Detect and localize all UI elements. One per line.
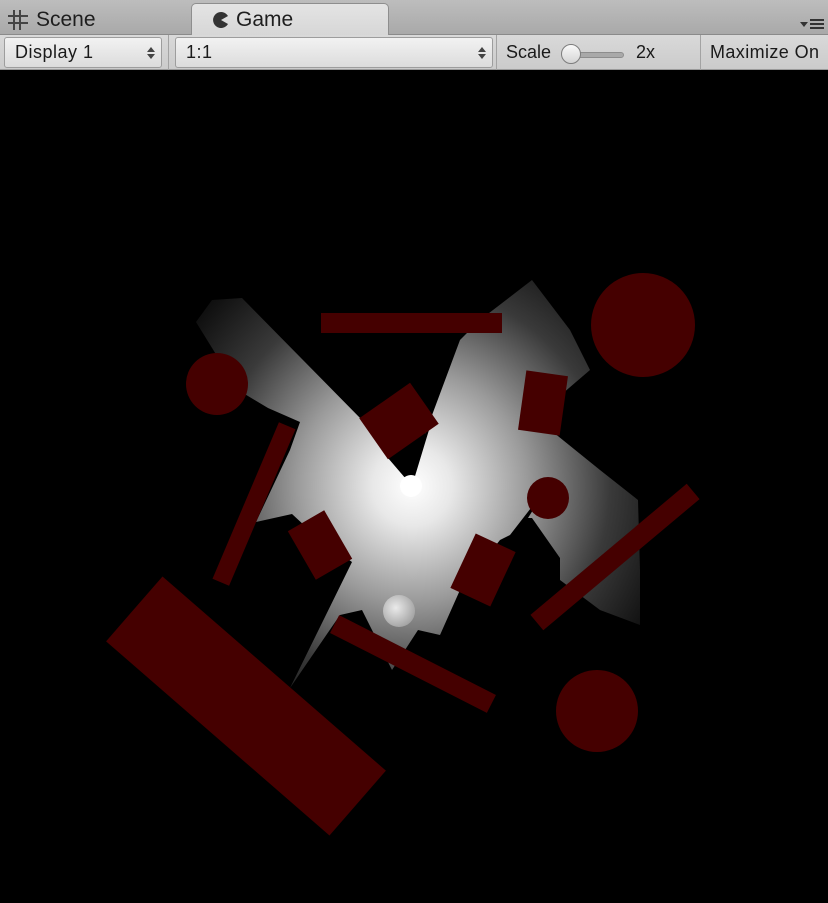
scale-label: Scale [506,42,552,62]
toolbar-divider [168,35,169,70]
obstacle-circle [591,273,695,377]
updown-arrows-icon [147,47,155,59]
toolbar-divider [700,35,701,70]
obstacle-bar [106,576,386,836]
obstacle-bar [321,313,502,333]
pacman-icon [212,11,230,29]
window-tab-bar: Scene Game [0,0,828,36]
display-dropdown[interactable]: Display 1 [4,37,162,68]
display-dropdown-label: Display 1 [15,42,94,62]
game-viewport[interactable] [0,70,828,898]
obstacle-circle [556,670,638,752]
toolbar-divider [496,35,497,70]
tab-scene[interactable]: Scene [0,3,190,36]
tab-game[interactable]: Game [191,3,389,36]
updown-arrows-icon [478,47,486,59]
obstacle-circle [527,477,569,519]
grid-icon [8,9,30,30]
tab-scene-label: Scene [36,7,96,31]
aspect-ratio-dropdown[interactable]: 1:1 [175,37,493,68]
obstacle-circle [186,353,248,415]
light-source-orb [400,475,422,497]
scale-slider-handle[interactable] [561,44,581,64]
obstacle-box [518,370,568,436]
moving-ball [383,595,415,627]
aspect-ratio-label: 1:1 [186,42,213,62]
panel-menu-icon[interactable] [798,17,824,31]
maximize-on-play-toggle[interactable]: Maximize On [710,37,819,68]
scale-value: 2x [636,42,656,62]
game-view-toolbar: Display 1 1:1 Scale 2x Maximize On [0,35,828,70]
tab-game-label: Game [236,8,294,31]
